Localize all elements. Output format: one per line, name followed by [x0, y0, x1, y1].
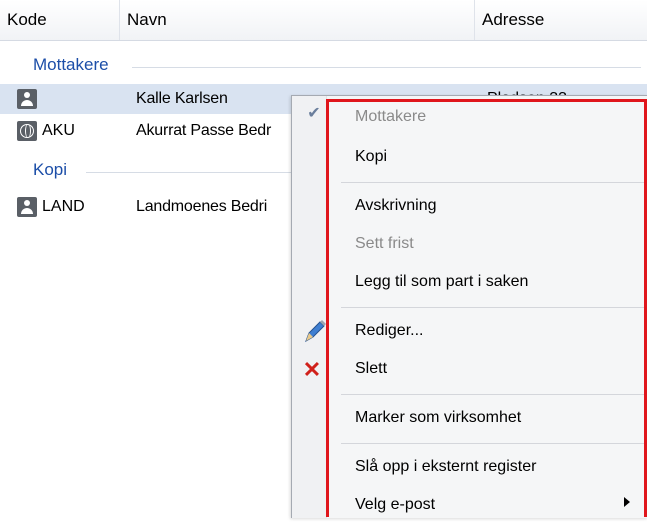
column-header-kode[interactable]: Kode — [0, 0, 120, 40]
check-icon: ✔ — [307, 105, 321, 122]
list-header: Kode Navn Adresse — [0, 0, 647, 41]
person-icon — [17, 89, 37, 109]
menu-icon-gutter — [292, 96, 327, 518]
pencil-icon — [305, 320, 326, 343]
group-label: Mottakere — [33, 55, 115, 75]
row-kode: AKU — [42, 122, 75, 139]
group-mottakere: Mottakere — [0, 52, 647, 80]
person-icon — [17, 197, 37, 217]
row-kode: LAND — [42, 198, 85, 215]
delete-x-icon: ✕ — [302, 357, 322, 382]
row-navn: Landmoenes Bedri — [136, 198, 268, 215]
group-label: Kopi — [33, 160, 74, 180]
column-header-navn[interactable]: Navn — [120, 0, 475, 40]
highlight-box — [326, 99, 647, 517]
group-divider — [132, 67, 641, 68]
globe-icon — [17, 121, 37, 141]
column-header-adresse[interactable]: Adresse — [475, 0, 647, 40]
row-navn: Akurrat Passe Bedr — [136, 122, 272, 139]
row-navn: Kalle Karlsen — [136, 90, 228, 107]
